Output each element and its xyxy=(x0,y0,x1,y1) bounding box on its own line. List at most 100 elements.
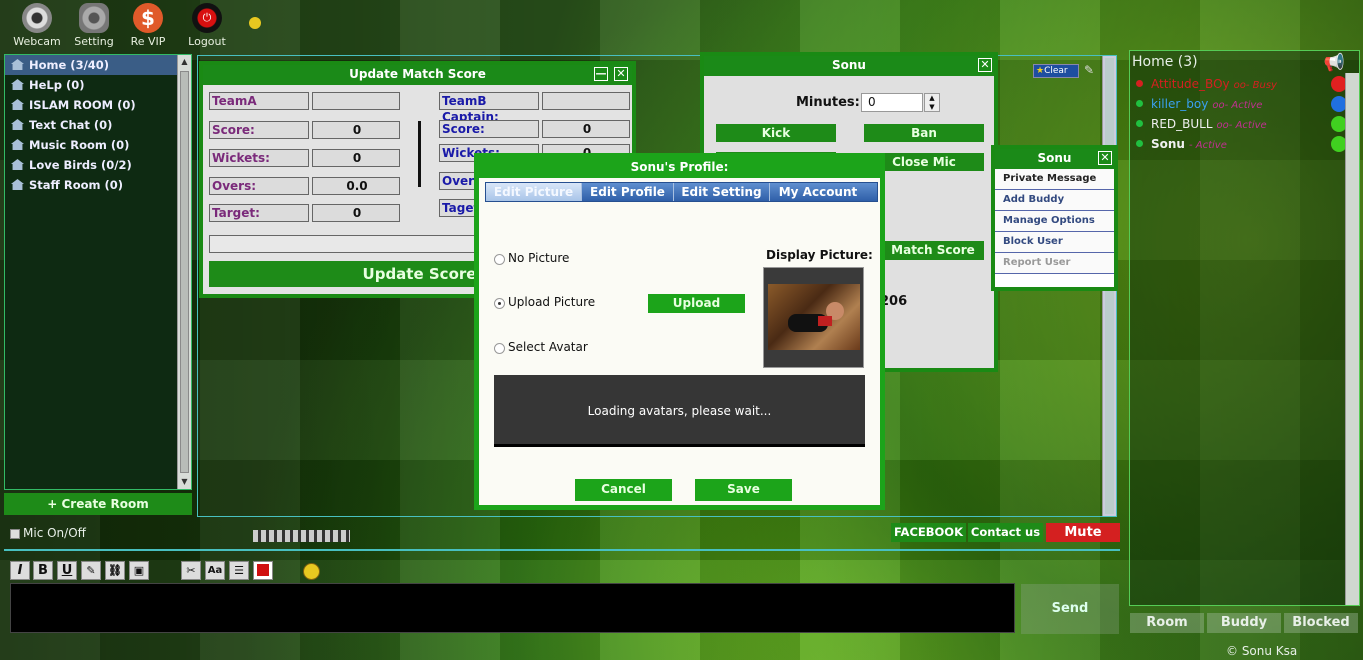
send-button[interactable]: Send xyxy=(1021,584,1119,634)
teamB-label: TeamB Captain: xyxy=(439,92,539,124)
divider-line xyxy=(4,549,1120,551)
ban-button[interactable]: Ban xyxy=(864,124,984,142)
italic-button[interactable]: I xyxy=(10,561,30,580)
create-room-button[interactable]: + Create Room xyxy=(4,493,192,515)
divider xyxy=(418,121,421,187)
close-icon[interactable]: ✕ xyxy=(614,67,628,81)
teamA-input[interactable] xyxy=(312,92,400,110)
webcam-icon xyxy=(22,3,52,33)
room-label: Staff Room (0) xyxy=(29,178,124,192)
setting-button[interactable]: Setting xyxy=(66,3,122,48)
target-label-a: Target: xyxy=(209,204,309,222)
user-row[interactable]: killer_boy oo- Active xyxy=(1136,94,1262,114)
setting-label: Setting xyxy=(74,35,114,48)
tab-room[interactable]: Room xyxy=(1130,613,1204,633)
no-picture-radio[interactable] xyxy=(494,254,505,265)
home-icon xyxy=(11,59,24,70)
status-dot-icon xyxy=(1136,140,1143,147)
minutes-stepper[interactable]: ▲ ▼ xyxy=(924,93,940,112)
font-size-icon[interactable]: Aa xyxy=(205,561,225,580)
no-picture-label: No Picture xyxy=(508,251,570,265)
image-icon[interactable]: ▣ xyxy=(129,561,149,580)
user-row[interactable]: Attitude_BOy oo- Busy xyxy=(1136,74,1277,94)
cancel-button[interactable]: Cancel xyxy=(575,479,672,501)
room-item[interactable]: Text Chat (0) xyxy=(5,115,191,135)
edit-icon[interactable]: ✎ xyxy=(81,561,101,580)
tab-buddy[interactable]: Buddy xyxy=(1207,613,1281,633)
webcam-button[interactable]: Webcam xyxy=(9,3,65,48)
select-avatar-label: Select Avatar xyxy=(508,340,588,354)
score-input-a[interactable]: 0 xyxy=(312,121,400,139)
menu-item[interactable]: Private Message xyxy=(995,169,1114,190)
tab-blocked[interactable]: Blocked xyxy=(1284,613,1358,633)
overs-input-a[interactable]: 0.0 xyxy=(312,177,400,195)
user-status: - Active xyxy=(1188,140,1227,151)
close-icon[interactable]: ✕ xyxy=(1098,151,1112,165)
upload-button[interactable]: Upload xyxy=(648,294,745,313)
color-picker-icon[interactable] xyxy=(253,561,273,580)
gear-icon xyxy=(79,3,109,33)
select-avatar-radio[interactable] xyxy=(494,343,505,354)
tab-edit-picture[interactable]: Edit Picture xyxy=(486,183,582,201)
link-icon[interactable]: ⛓ xyxy=(105,561,125,580)
wickets-input-a[interactable]: 0 xyxy=(312,149,400,167)
mic-level-meter xyxy=(253,530,350,542)
room-item[interactable]: ISLAM ROOM (0) xyxy=(5,95,191,115)
user-row[interactable]: RED_BULL oo- Active xyxy=(1136,114,1267,134)
scroll-thumb[interactable] xyxy=(180,71,189,473)
facebook-button[interactable]: FACEBOOK xyxy=(891,523,966,542)
emoticon-icon[interactable] xyxy=(303,563,320,580)
room-label: HeLp (0) xyxy=(29,78,85,92)
clear-button[interactable]: ★Clear xyxy=(1033,64,1079,78)
close-icon[interactable]: ✕ xyxy=(978,58,992,72)
profile-tabs: Edit Picture Edit Profile Edit Setting M… xyxy=(485,182,878,202)
align-icon[interactable]: ☰ xyxy=(229,561,249,580)
contact-button[interactable]: Contact us xyxy=(968,523,1043,542)
teamB-input[interactable] xyxy=(542,92,630,110)
tab-edit-profile[interactable]: Edit Profile xyxy=(582,183,674,201)
eraser-icon[interactable]: ✎ xyxy=(1084,63,1098,77)
target-input-a[interactable]: 0 xyxy=(312,204,400,222)
score-input-b[interactable]: 0 xyxy=(542,120,630,138)
smiley-icon[interactable] xyxy=(249,17,261,29)
mute-button[interactable]: Mute xyxy=(1046,523,1120,542)
logout-button[interactable]: ⏻ Logout xyxy=(179,3,235,48)
menu-item[interactable]: Block User xyxy=(995,232,1114,253)
mic-checkbox[interactable] xyxy=(10,529,20,539)
scroll-down-icon[interactable]: ▼ xyxy=(178,475,191,489)
window-titlebar: Sonu ✕ xyxy=(704,56,994,76)
kick-button[interactable]: Kick xyxy=(716,124,836,142)
room-item[interactable]: Music Room (0) xyxy=(5,135,191,155)
menu-item[interactable]: Add Buddy xyxy=(995,190,1114,211)
bold-button[interactable]: B xyxy=(33,561,53,580)
minimize-icon[interactable]: — xyxy=(594,67,608,81)
userlist-scrollbar[interactable] xyxy=(1345,73,1359,605)
minutes-label: Minutes: xyxy=(796,95,860,110)
megaphone-icon[interactable]: 📢 xyxy=(1324,53,1345,73)
room-item[interactable]: HeLp (0) xyxy=(5,75,191,95)
scroll-up-icon[interactable]: ▲ xyxy=(178,55,191,69)
menu-item[interactable]: Manage Options xyxy=(995,211,1114,232)
minutes-input[interactable]: 0 xyxy=(861,93,923,112)
user-status: oo- Active xyxy=(1216,120,1267,131)
window-title: Update Match Score xyxy=(349,67,486,81)
match-score-button[interactable]: Match Score xyxy=(882,241,984,260)
room-item[interactable]: Home (3/40) xyxy=(5,55,191,75)
user-menu: Sonu ✕ Private Message Add Buddy Manage Op… xyxy=(991,145,1118,291)
save-button[interactable]: Save xyxy=(695,479,792,501)
clip-icon[interactable]: ✂ xyxy=(181,561,201,580)
tab-my-account[interactable]: My Account xyxy=(770,183,866,201)
user-row[interactable]: Sonu - Active xyxy=(1136,134,1227,154)
room-list-scrollbar[interactable]: ▲ ▼ xyxy=(177,55,191,489)
tab-edit-setting[interactable]: Edit Setting xyxy=(674,183,770,201)
message-input[interactable] xyxy=(10,583,1015,633)
revip-button[interactable]: $ Re VIP xyxy=(120,3,176,48)
dialog-title: Sonu's Profile: xyxy=(479,158,880,178)
display-picture-label: Display Picture: xyxy=(766,248,873,262)
underline-button[interactable]: U xyxy=(57,561,77,580)
upload-picture-radio[interactable] xyxy=(494,298,505,309)
room-item[interactable]: Love Birds (0/2) xyxy=(5,155,191,175)
user-list-pane: Home (3) 📢 Attitude_BOy oo- Busy killer_bo… xyxy=(1129,50,1360,606)
score-label-a: Score: xyxy=(209,121,309,139)
room-item[interactable]: Staff Room (0) xyxy=(5,175,191,195)
